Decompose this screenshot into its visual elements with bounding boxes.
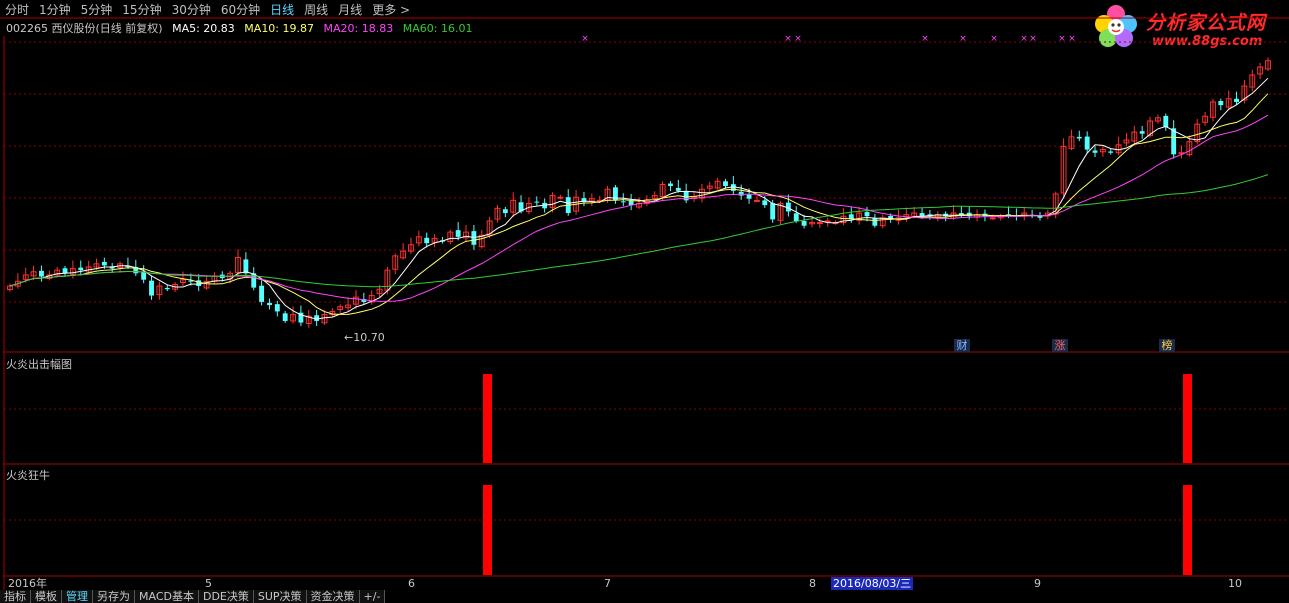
signal-x-marker: ×: [1029, 34, 1037, 44]
candle-down: [1139, 131, 1145, 134]
signal-x-marker: ×: [581, 34, 589, 44]
x-label-year: 2016年: [8, 577, 47, 590]
candle-down: [455, 230, 461, 237]
badge-label: 财: [956, 339, 968, 352]
candle-down: [668, 183, 673, 187]
x-label-jul: 7: [604, 577, 611, 590]
candle-down: [267, 302, 272, 306]
badge-label: 涨: [1054, 339, 1066, 352]
candle-down: [424, 237, 430, 244]
candle-down: [274, 304, 280, 312]
candle-down: [770, 203, 776, 220]
candle-down: [1108, 151, 1114, 153]
candle-down: [243, 259, 249, 274]
candle-down: [502, 209, 508, 214]
candle-down: [793, 213, 799, 221]
candle-down: [801, 220, 807, 226]
price-chart[interactable]: × × × × × × × × × ×: [0, 0, 1289, 603]
signal-x-marker: ×: [1020, 34, 1028, 44]
signal-x-marker: ×: [921, 34, 929, 44]
candle-down: [723, 181, 728, 187]
indicator-tab-1[interactable]: 模板: [31, 590, 62, 603]
indicator-panel1-title[interactable]: 火炎出击幅图: [6, 356, 72, 372]
candle-down: [864, 212, 870, 217]
signal-x-marker: ×: [1058, 34, 1066, 44]
candle-up: [816, 222, 823, 225]
event-badge-rise[interactable]: 涨: [1052, 339, 1068, 352]
candle-down: [746, 194, 752, 199]
signal-x-marker: ×: [1068, 34, 1076, 44]
candle-down: [196, 280, 202, 287]
cursor-date-box: 2016/08/03/三: [831, 577, 914, 590]
candle-down: [39, 270, 44, 277]
candle-down: [101, 261, 107, 266]
signal-bar: [1183, 374, 1192, 463]
indicator-tab-2[interactable]: 管理: [62, 590, 93, 603]
candle-down: [534, 201, 540, 203]
candle-up: [754, 199, 760, 202]
x-label-may: 5: [205, 577, 212, 590]
x-label-aug: 8: [809, 577, 816, 590]
candle-down: [762, 200, 768, 206]
signal-x-marker: ×: [784, 34, 792, 44]
chart-window: 分时 1分钟 5分钟 15分钟 30分钟 60分钟 日线 周线 月线 更多 > 分析家公式网 ww…: [0, 0, 1289, 603]
x-label-jun: 6: [408, 577, 415, 590]
candle-down: [314, 315, 320, 321]
indicator-tab-8[interactable]: +/-: [359, 590, 386, 603]
candle-down: [1076, 136, 1082, 139]
candle-up: [557, 196, 564, 199]
candle-down: [958, 213, 964, 215]
candle-down: [259, 285, 265, 302]
signal-bar: [483, 374, 492, 463]
low-price-value: 10.70: [353, 331, 385, 344]
candle-up: [989, 217, 996, 220]
candle-down: [1092, 150, 1098, 153]
candle-down: [62, 268, 68, 274]
indicator-tab-bar: 指标 模板 管理 另存为 MACD基本 DDE决策 SUP决策 资金决策 +/-: [0, 590, 386, 603]
signal-x-marker: ×: [990, 34, 998, 44]
candle-down: [149, 280, 154, 296]
candle-down: [164, 287, 170, 290]
candle-down: [872, 218, 878, 226]
signal-x-marker: ×: [959, 34, 967, 44]
event-badge-finance[interactable]: 财: [954, 339, 970, 352]
low-price-label: ←10.70: [344, 331, 385, 344]
candle-down: [78, 267, 84, 271]
x-label-oct: 10: [1228, 577, 1242, 590]
indicator-tab-5[interactable]: DDE决策: [198, 590, 254, 603]
candle-down: [1037, 216, 1043, 218]
candle-down: [1171, 128, 1177, 155]
badge-label: 榜: [1161, 339, 1173, 352]
event-badge-list[interactable]: 榜: [1159, 339, 1175, 352]
candle-down: [738, 191, 744, 196]
candle-down: [282, 313, 288, 321]
indicator-tab-4[interactable]: MACD基本: [135, 590, 199, 603]
candle-down: [620, 201, 626, 203]
signal-bar: [483, 485, 492, 575]
candle-down: [675, 187, 681, 191]
candle-down: [1234, 98, 1239, 102]
ma60-line: [9, 174, 1269, 288]
indicator-panel2-title[interactable]: 火炎狂牛: [6, 467, 50, 483]
indicator-tab-3[interactable]: 另存为: [93, 590, 135, 603]
signal-x-marker: ×: [794, 34, 802, 44]
candle-down: [1218, 101, 1224, 106]
candle-down: [1084, 136, 1090, 150]
indicator-tab-0[interactable]: 指标: [0, 590, 31, 603]
signal-bar: [1183, 485, 1192, 575]
indicator-tab-6[interactable]: SUP决策: [253, 590, 307, 603]
indicator-tab-7[interactable]: 资金决策: [306, 590, 360, 603]
candle-down: [1163, 115, 1169, 128]
x-label-sep: 9: [1034, 577, 1041, 590]
